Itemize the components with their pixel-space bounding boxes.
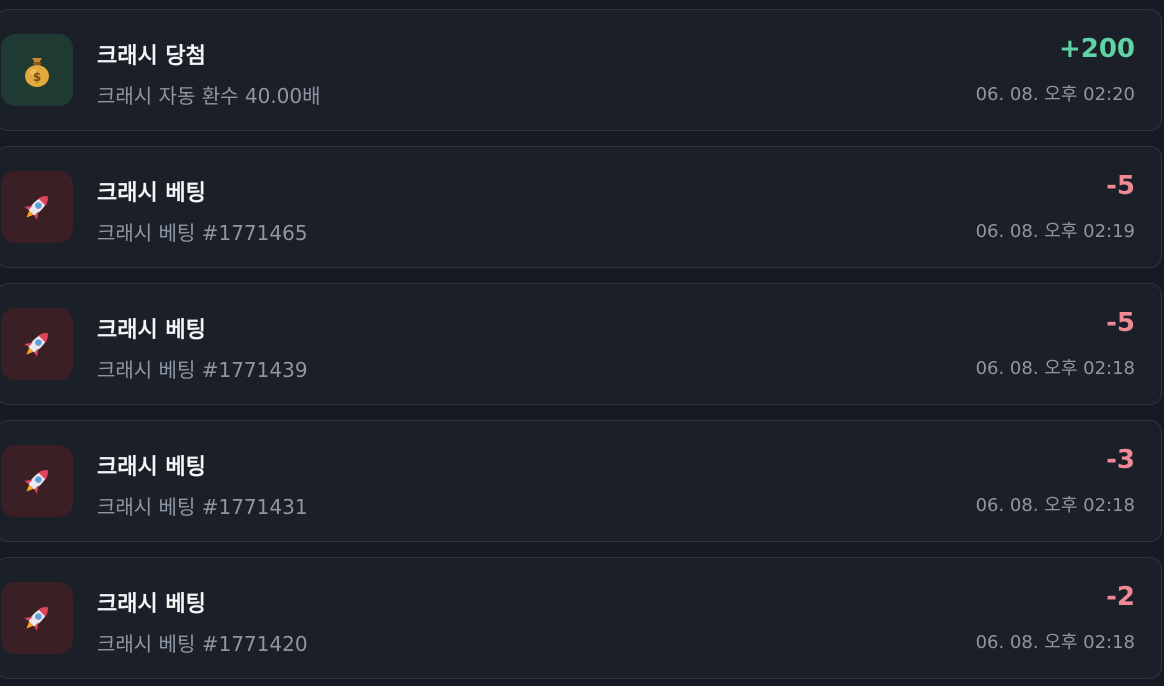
- transaction-title: 크래시 당첨: [97, 44, 206, 69]
- transaction-amount: -5: [1106, 308, 1135, 338]
- transaction-item[interactable]: 크래시 베팅 크래시 베팅 #1771431 -3 06. 08. 오후 02:…: [0, 420, 1162, 542]
- transaction-time: 06. 08. 오후 02:18: [975, 632, 1135, 653]
- transaction-amount: -2: [1106, 582, 1135, 612]
- transaction-description: 크래시 베팅 #1771431: [97, 495, 308, 519]
- transaction-title: 크래시 베팅: [97, 455, 206, 480]
- transaction-item[interactable]: 크래시 베팅 크래시 베팅 #1771465 -5 06. 08. 오후 02:…: [0, 146, 1162, 268]
- rocket-icon: [1, 445, 73, 517]
- transaction-time: 06. 08. 오후 02:19: [975, 221, 1135, 242]
- transaction-description: 크래시 베팅 #1771465: [97, 221, 308, 245]
- transaction-amount: +200: [1058, 34, 1135, 64]
- transaction-title: 크래시 베팅: [97, 181, 206, 206]
- transaction-description: 크래시 베팅 #1771439: [97, 358, 308, 382]
- transaction-list: $ 크래시 당첨 크래시 자동 환수 40.00배 +200 06. 08. 오…: [0, 0, 1164, 686]
- transaction-time: 06. 08. 오후 02:18: [975, 495, 1135, 516]
- rocket-icon: [1, 582, 73, 654]
- transaction-item[interactable]: 크래시 베팅 크래시 베팅 #1771439 -5 06. 08. 오후 02:…: [0, 283, 1162, 405]
- transaction-description: 크래시 자동 환수 40.00배: [97, 84, 321, 108]
- transaction-title: 크래시 베팅: [97, 592, 206, 617]
- transaction-description: 크래시 베팅 #1771420: [97, 632, 308, 656]
- money-bag-icon: $: [1, 34, 73, 106]
- transaction-time: 06. 08. 오후 02:20: [975, 84, 1135, 105]
- transaction-title: 크래시 베팅: [97, 318, 206, 343]
- transaction-item[interactable]: 크래시 베팅 크래시 베팅 #1771420 -2 06. 08. 오후 02:…: [0, 557, 1162, 679]
- svg-text:$: $: [33, 70, 41, 84]
- transaction-item[interactable]: $ 크래시 당첨 크래시 자동 환수 40.00배 +200 06. 08. 오…: [0, 9, 1162, 131]
- rocket-icon: [1, 308, 73, 380]
- transaction-time: 06. 08. 오후 02:18: [975, 358, 1135, 379]
- transaction-amount: -5: [1106, 171, 1135, 201]
- rocket-icon: [1, 171, 73, 243]
- transaction-amount: -3: [1106, 445, 1135, 475]
